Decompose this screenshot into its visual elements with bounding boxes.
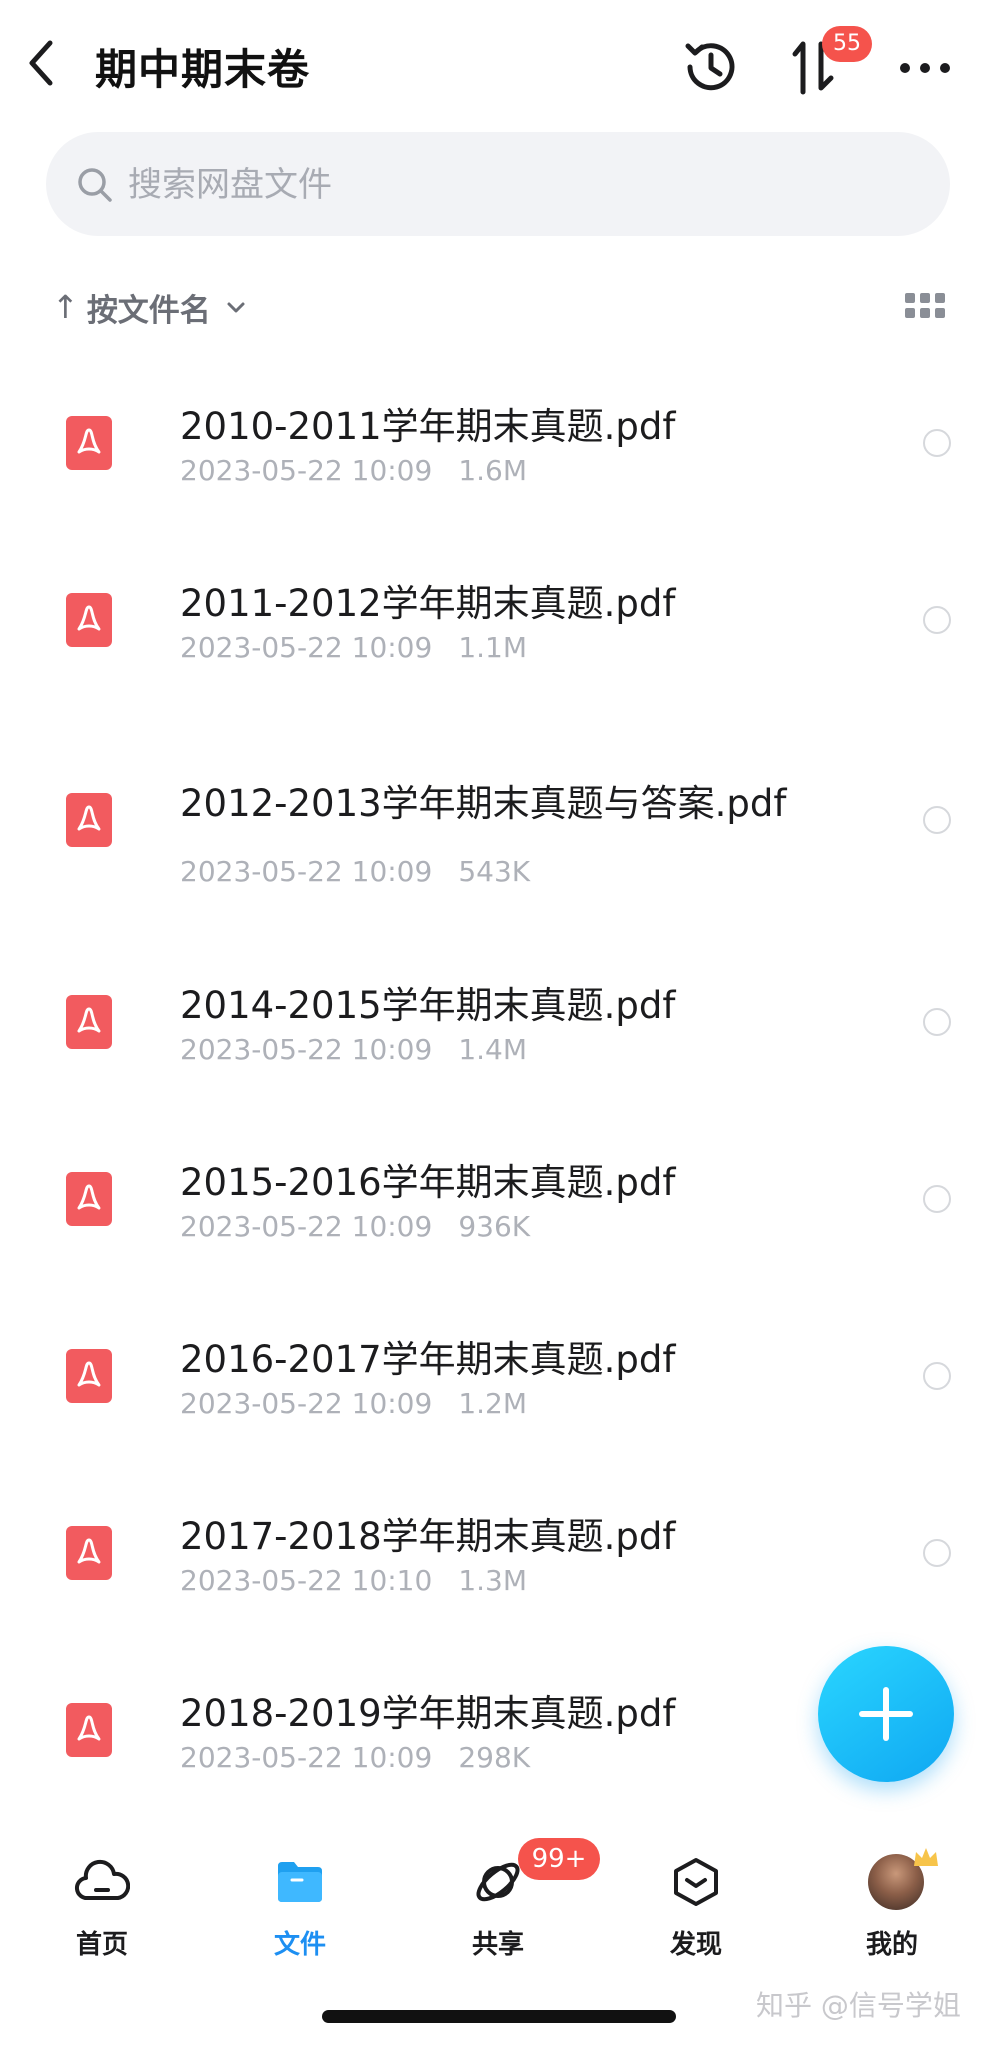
file-date: 2023-05-22 10:09 (180, 1741, 433, 1774)
file-size: 298K (458, 1741, 531, 1774)
select-checkbox[interactable] (923, 1008, 951, 1036)
select-checkbox[interactable] (923, 606, 951, 634)
tab-label: 共享 (471, 1930, 524, 1960)
tab-discover[interactable]: 发现 (626, 1854, 766, 1974)
tab-home[interactable]: 首页 (32, 1854, 172, 1974)
sort-selector[interactable]: ↑ 按文件名 (52, 282, 247, 332)
top-navigation-bar: 期中期末卷 55 (0, 0, 996, 130)
file-date: 2023-05-22 10:09 (180, 855, 433, 888)
select-checkbox[interactable] (923, 1362, 951, 1390)
file-meta: 2023-05-22 10:09 298K (180, 1741, 530, 1774)
file-size: 1.3M (458, 1564, 528, 1597)
file-size: 1.4M (458, 1033, 528, 1066)
file-date: 2023-05-22 10:09 (180, 631, 433, 664)
file-size: 1.1M (458, 631, 528, 664)
transfer-count-badge: 55 (822, 26, 872, 62)
select-checkbox[interactable] (923, 429, 951, 457)
cube-icon (674, 1858, 718, 1906)
page-title: 期中期末卷 (95, 45, 311, 94)
select-checkbox[interactable] (923, 1185, 951, 1213)
pdf-file-icon (66, 995, 112, 1049)
watermark-text: 知乎 @信号学姐 (756, 1989, 961, 2022)
pdf-file-icon (66, 1703, 112, 1757)
file-name: 2018-2019学年期末真题.pdf (180, 1692, 676, 1735)
file-meta: 2023-05-22 10:09 1.2M (180, 1387, 527, 1420)
pdf-file-icon (66, 1526, 112, 1580)
crown-icon (914, 1848, 938, 1866)
file-row[interactable]: 2012-2013学年期末真题与答案.pdf 2023-05-22 10:09 5… (0, 733, 996, 943)
cloud-icon (75, 1859, 130, 1901)
file-row[interactable]: 2011-2012学年期末真题.pdf 2023-05-22 10:09 1.1M (0, 533, 996, 709)
file-meta: 2023-05-22 10:09 543K (180, 855, 530, 888)
file-row[interactable]: 2016-2017学年期末真题.pdf 2023-05-22 10:09 1.2M (0, 1289, 996, 1465)
pdf-file-icon (66, 416, 112, 470)
tab-label: 发现 (669, 1930, 722, 1960)
sort-label: 按文件名 (86, 292, 211, 329)
file-row[interactable]: 2010-2011学年期末真题.pdf 2023-05-22 10:09 1.6M (0, 356, 996, 532)
add-button[interactable] (818, 1646, 954, 1782)
file-size: 936K (458, 1210, 531, 1243)
search-icon (78, 168, 112, 202)
history-clock-icon (685, 43, 735, 91)
file-row[interactable]: 2014-2015学年期末真题.pdf 2023-05-22 10:09 1.4M (0, 935, 996, 1111)
tab-profile[interactable]: 我的 (822, 1848, 962, 1974)
tab-label: 我的 (865, 1930, 918, 1960)
file-name: 2015-2016学年期末真题.pdf (180, 1161, 676, 1204)
file-size: 543K (458, 855, 531, 888)
file-name: 2016-2017学年期末真题.pdf (180, 1338, 676, 1381)
grid-view-button[interactable] (904, 290, 946, 322)
file-name: 2011-2012学年期末真题.pdf (180, 582, 676, 625)
select-checkbox[interactable] (923, 806, 951, 834)
file-meta: 2023-05-22 10:09 936K (180, 1210, 530, 1243)
tab-label: 文件 (273, 1930, 326, 1960)
file-meta: 2023-05-22 10:09 1.1M (180, 631, 527, 664)
sort-direction-arrow: ↑ (52, 288, 79, 326)
history-button[interactable] (680, 36, 742, 98)
select-checkbox[interactable] (923, 1539, 951, 1567)
file-row[interactable]: 2015-2016学年期末真题.pdf 2023-05-22 10:09 936K (0, 1112, 996, 1288)
file-name: 2012-2013学年期末真题与答案.pdf (180, 782, 787, 825)
file-size: 1.2M (458, 1387, 528, 1420)
chevron-left-icon (29, 40, 53, 86)
file-name: 2010-2011学年期末真题.pdf (180, 405, 676, 448)
file-date: 2023-05-22 10:10 (180, 1564, 433, 1597)
file-date: 2023-05-22 10:09 (180, 1210, 433, 1243)
folder-icon (278, 1862, 322, 1902)
pdf-file-icon (66, 793, 112, 847)
pdf-file-icon (66, 593, 112, 647)
file-meta: 2023-05-22 10:09 1.4M (180, 1033, 527, 1066)
search-bar[interactable] (46, 132, 950, 238)
file-row[interactable]: 2017-2018学年期末真题.pdf 2023-05-22 10:10 1.3M (0, 1466, 996, 1642)
file-date: 2023-05-22 10:09 (180, 1387, 433, 1420)
tab-files[interactable]: 文件 (230, 1854, 370, 1974)
avatar-container (822, 1848, 962, 1910)
grid-view-icon (905, 293, 945, 318)
tab-label: 首页 (75, 1930, 128, 1960)
home-indicator[interactable] (322, 2010, 676, 2023)
file-name: 2014-2015学年期末真题.pdf (180, 984, 676, 1027)
file-meta: 2023-05-22 10:10 1.3M (180, 1564, 527, 1597)
plus-icon (859, 1687, 913, 1741)
file-date: 2023-05-22 10:09 (180, 454, 433, 487)
pdf-file-icon (66, 1349, 112, 1403)
file-name: 2017-2018学年期末真题.pdf (180, 1515, 676, 1558)
more-dots-icon (900, 63, 950, 73)
more-button[interactable] (895, 50, 955, 80)
search-input[interactable] (126, 132, 910, 238)
file-date: 2023-05-22 10:09 (180, 1033, 433, 1066)
bottom-tab-bar: 首页 文件 共享 发现 我的 (0, 1820, 996, 1980)
pdf-file-icon (66, 1172, 112, 1226)
chevron-down-icon (227, 302, 245, 313)
file-size: 1.6M (458, 454, 528, 487)
back-button[interactable] (22, 38, 62, 88)
share-notification-badge: 99+ (518, 1838, 600, 1880)
file-meta: 2023-05-22 10:09 1.6M (180, 454, 527, 487)
